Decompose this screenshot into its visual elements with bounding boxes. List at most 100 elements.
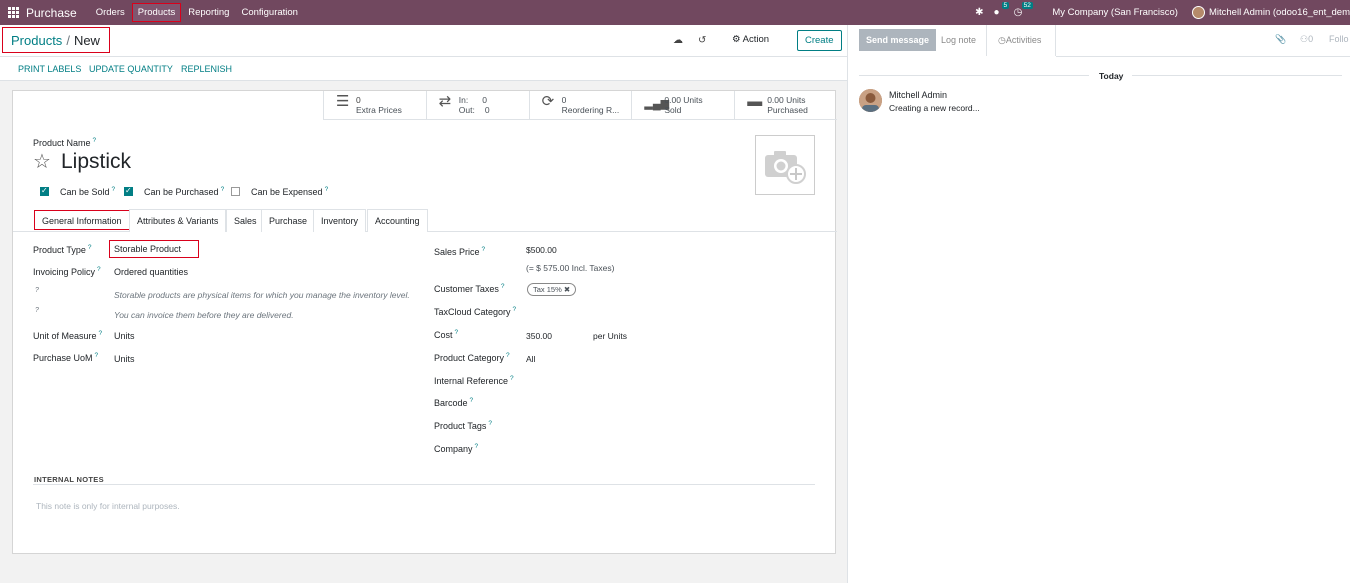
breadcrumb-current: New: [73, 33, 100, 48]
replenish-button[interactable]: REPLENISH: [181, 64, 232, 74]
sales-price-field[interactable]: $500.00: [526, 245, 557, 255]
activities-button[interactable]: ◷Activities: [998, 35, 1041, 46]
top-navbar: Purchase Orders Products Reporting Confi…: [0, 0, 1350, 25]
cost-field[interactable]: 350.00: [526, 331, 552, 341]
messages-icon[interactable]: ● 5: [994, 2, 1010, 18]
extra-prices-button[interactable]: ☰ 0 Extra Prices: [323, 91, 426, 120]
list-icon: ☰: [336, 93, 350, 110]
avatar-portrait: [859, 89, 882, 112]
tab-attributes-variants[interactable]: Attributes & Variants: [129, 209, 227, 232]
form-button-bar: PRINT LABELS UPDATE QUANTITY REPLENISH: [0, 57, 848, 81]
purchased-button[interactable]: ▬ 0.00 Units Purchased: [734, 91, 837, 120]
can-be-expensed-label: Can be Expensed?: [251, 186, 329, 197]
chatter-panel: Send message Log note ◷Activities 📎 ⚇0 F…: [847, 25, 1350, 583]
sales-price-label: Sales Price?: [434, 246, 486, 257]
exchange-arrows-icon: ⇄: [438, 93, 452, 110]
followers-button[interactable]: ⚇0: [1300, 34, 1313, 45]
product-name-label: Product Name?: [33, 137, 97, 148]
paperclip-icon[interactable]: 📎: [1275, 34, 1286, 45]
reordering-value: 0: [561, 95, 567, 105]
clock-icon: ◷: [998, 35, 1006, 45]
product-category-field[interactable]: All: [526, 354, 535, 364]
gear-icon: ⚙: [732, 34, 741, 45]
chatter-header-border: [1056, 56, 1350, 57]
internal-notes-heading: INTERNAL NOTES: [34, 475, 104, 484]
messages-badge: 5: [1001, 2, 1010, 9]
apps-menu-icon[interactable]: [8, 6, 20, 19]
can-be-purchased-checkbox[interactable]: [124, 186, 133, 196]
tab-general-information[interactable]: General Information: [34, 210, 130, 230]
out-value: 0: [484, 105, 490, 115]
company-switcher[interactable]: My Company (San Francisco): [1052, 7, 1178, 18]
today-divider-left: [859, 75, 1089, 76]
message-author[interactable]: Mitchell Admin: [889, 90, 947, 100]
help-marker-2: ?: [35, 307, 39, 314]
reordering-rules-button[interactable]: ⟳ 0 Reordering R...: [528, 91, 632, 120]
form-sheet: ☰ 0 Extra Prices ⇄ In: 0 Out: 0 ⟳ 0 Reorderi…: [12, 90, 837, 554]
sold-value: 0.00 Units: [664, 95, 703, 105]
activities-clock-icon[interactable]: ◷ 52: [1014, 2, 1033, 18]
company-label: Company?: [434, 443, 479, 454]
save-cloud-icon[interactable]: ☁: [673, 35, 683, 46]
update-quantity-button[interactable]: UPDATE QUANTITY: [89, 64, 173, 74]
create-button[interactable]: Create: [797, 30, 842, 51]
unit-of-measure-field[interactable]: Units: [114, 331, 135, 341]
remove-tag-icon[interactable]: ✖: [564, 285, 570, 294]
menu-orders[interactable]: Orders: [91, 4, 130, 21]
tab-purchase[interactable]: Purchase: [261, 209, 316, 232]
message-body: Creating a new record...: [889, 103, 980, 113]
notes-divider: [33, 484, 815, 485]
sold-button[interactable]: ▂▄▆ 0.00 Units Sold: [631, 91, 734, 120]
bug-icon[interactable]: ✱: [975, 7, 983, 18]
purchase-uom-field[interactable]: Units: [114, 354, 135, 364]
product-type-value: Storable Product: [114, 244, 182, 254]
can-be-purchased-label: Can be Purchased?: [144, 186, 225, 197]
product-name-field[interactable]: Lipstick: [61, 150, 131, 174]
sold-label: Sold: [664, 105, 682, 115]
log-note-button[interactable]: Log note: [941, 35, 976, 45]
follow-button[interactable]: Follo: [1329, 34, 1349, 44]
breadcrumb-products[interactable]: Products: [11, 33, 62, 48]
print-labels-button[interactable]: PRINT LABELS: [18, 64, 81, 74]
product-image-placeholder[interactable]: [755, 135, 815, 195]
customer-taxes-label: Customer Taxes?: [434, 283, 505, 294]
tax-tag: Tax 15% ✖: [527, 283, 577, 296]
barcode-label: Barcode?: [434, 397, 474, 408]
can-be-sold-checkbox[interactable]: [40, 186, 49, 196]
author-avatar[interactable]: [859, 89, 882, 112]
camera-add-icon: [765, 151, 806, 184]
control-panel: Products / New ☁ ↺ ⚙ Action Create: [0, 25, 848, 57]
tab-sales[interactable]: Sales: [226, 209, 265, 232]
breadcrumb-separator: /: [66, 33, 70, 48]
tab-inventory[interactable]: Inventory: [313, 209, 367, 232]
favorite-star-icon[interactable]: ☆: [33, 149, 51, 174]
user-avatar[interactable]: [1191, 6, 1205, 19]
action-label: Action: [742, 34, 770, 45]
purchase-uom-label: Purchase UoM?: [33, 352, 99, 363]
out-label: Out:: [458, 105, 475, 115]
product-category-label: Product Category?: [434, 352, 510, 363]
menu-configuration[interactable]: Configuration: [236, 4, 303, 21]
help-marker-1: ?: [35, 287, 39, 294]
form-notebook-tabs: General Information Attributes & Variant…: [13, 209, 837, 232]
person-icon: ⚇: [1300, 34, 1309, 44]
activities-badge: 52: [1021, 2, 1033, 9]
credit-card-icon: ▬: [747, 93, 763, 110]
app-name[interactable]: Purchase: [26, 6, 77, 20]
can-be-expensed-checkbox[interactable]: [231, 187, 240, 196]
extra-prices-label: Extra Prices: [356, 105, 402, 115]
send-message-button[interactable]: Send message: [859, 29, 937, 51]
internal-notes-field[interactable]: This note is only for internal purposes.: [36, 501, 180, 511]
discard-undo-icon[interactable]: ↺: [698, 35, 706, 46]
incl-taxes-text: (= $ 575.00 Incl. Taxes): [526, 263, 615, 273]
invoicing-policy-select[interactable]: Ordered quantities: [114, 267, 188, 277]
action-button[interactable]: ⚙ Action: [732, 34, 769, 45]
can-be-sold-label: Can be Sold?: [60, 186, 116, 197]
tab-accounting[interactable]: Accounting: [367, 209, 428, 232]
menu-products[interactable]: Products: [131, 3, 182, 22]
in-label: In:: [458, 95, 469, 105]
today-divider-right: [1132, 75, 1342, 76]
menu-reporting[interactable]: Reporting: [183, 4, 234, 21]
in-out-button[interactable]: ⇄ In: 0 Out: 0: [425, 91, 529, 120]
user-menu[interactable]: Mitchell Admin (odoo16_ent_dem: [1209, 7, 1350, 18]
